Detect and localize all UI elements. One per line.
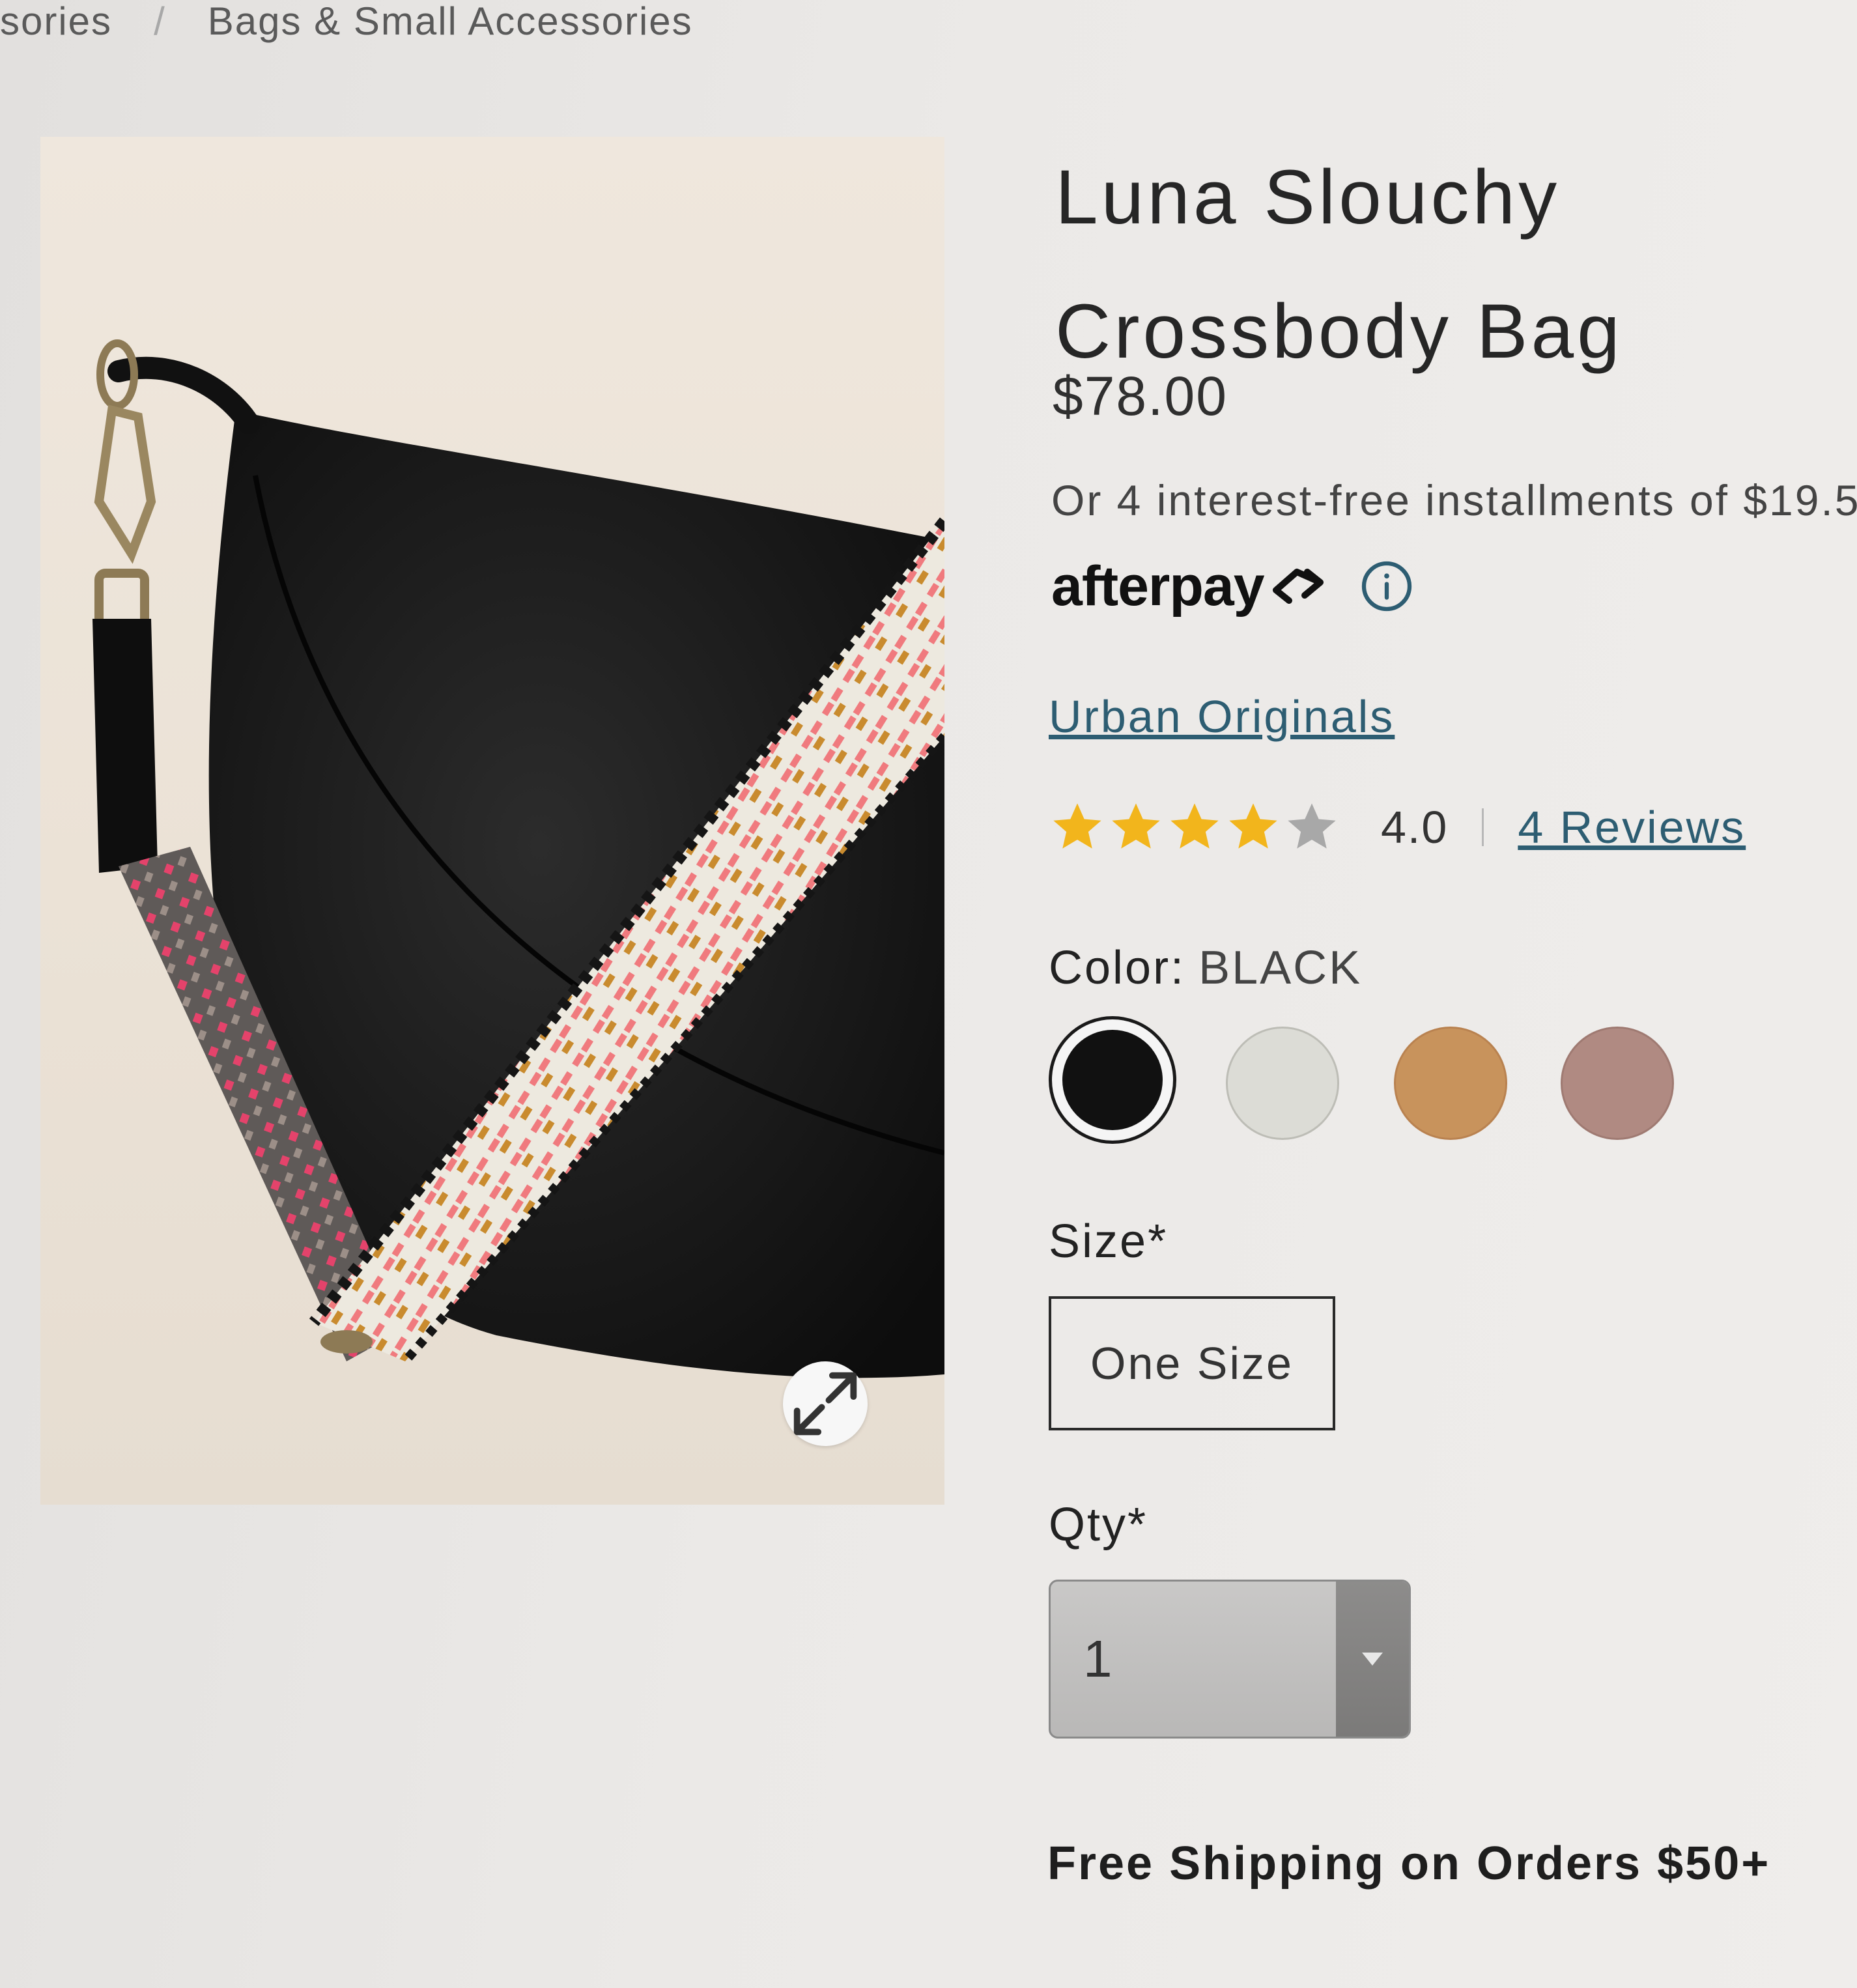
qty-select[interactable]: 1 [1049, 1580, 1411, 1739]
breadcrumb-item-accessories[interactable]: sories [0, 0, 112, 44]
swatch-black-fill [1062, 1030, 1163, 1130]
qty-label: Qty* [1049, 1499, 1148, 1551]
product-title: Luna Slouchy Crossbody Bag [1055, 154, 1623, 375]
reviews-link[interactable]: 4 Reviews [1518, 801, 1746, 853]
afterpay-arrows-icon [1272, 569, 1324, 604]
size-label: Size* [1049, 1215, 1169, 1268]
product-image[interactable] [40, 137, 944, 1505]
rating-row: 4.0 4 Reviews [1049, 788, 1746, 866]
star-rating [1049, 799, 1342, 856]
info-icon[interactable] [1359, 559, 1414, 614]
afterpay-row: afterpay [1051, 547, 1414, 625]
breadcrumb-separator: / [154, 0, 166, 43]
star-icon [1053, 803, 1101, 849]
rating-divider [1482, 808, 1484, 846]
color-label: Color: [1049, 942, 1186, 994]
expand-image-button[interactable] [783, 1361, 868, 1446]
color-selector-label: Color: BLACK [1049, 941, 1362, 995]
chevron-down-icon [1362, 1653, 1383, 1666]
brand-link[interactable]: Urban Originals [1049, 690, 1395, 743]
star-icon [1112, 803, 1160, 849]
bag-photo [92, 339, 944, 1378]
swatch-tan[interactable] [1394, 1027, 1507, 1140]
product-price: $78.00 [1053, 365, 1228, 427]
breadcrumb-item-bags[interactable]: Bags & Small Accessories [208, 0, 693, 44]
color-value: BLACK [1198, 942, 1363, 994]
swatch-mauve[interactable] [1561, 1027, 1674, 1140]
swatch-white[interactable] [1226, 1027, 1339, 1140]
star-icon [1170, 803, 1219, 849]
shipping-note: Free Shipping on Orders $50+ [1047, 1838, 1771, 1890]
size-option-button[interactable]: One Size [1049, 1296, 1335, 1430]
star-empty-icon [1288, 803, 1336, 849]
color-swatches [1049, 1016, 1700, 1159]
qty-value: 1 [1083, 1630, 1113, 1688]
product-page: sories / Bags & Small Accessories Luna S… [0, 0, 1857, 1988]
swatch-black[interactable] [1049, 1016, 1176, 1144]
star-icon [1229, 803, 1277, 849]
breadcrumb: sories / Bags & Small Accessories [0, 0, 693, 47]
qty-dropdown-button[interactable] [1336, 1582, 1409, 1737]
rating-value: 4.0 [1381, 802, 1449, 853]
expand-icon [793, 1372, 857, 1436]
installments-text: Or 4 interest-free installments of $19.5… [1051, 476, 1857, 524]
afterpay-logo: afterpay [1051, 554, 1265, 618]
